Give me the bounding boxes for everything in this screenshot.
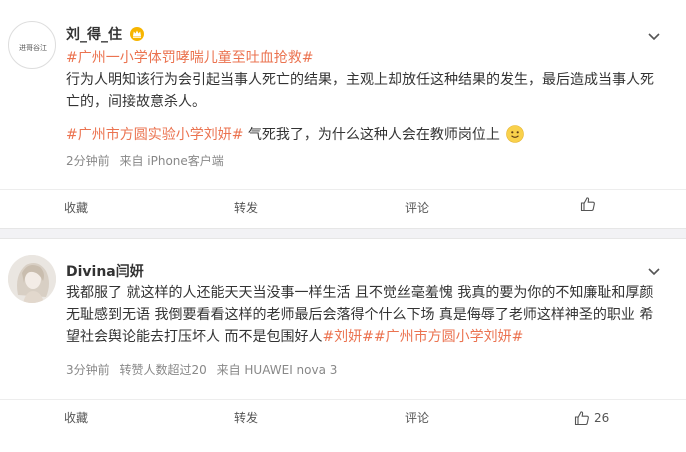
post-meta: 3分钟前 转赞人数超过20 来自 HUAWEI nova 3	[66, 361, 343, 378]
post-body-2: #广州市方圆实验小学刘妍# 气死我了，为什么这种人会在教师岗位上	[66, 124, 666, 146]
post-meta: 2分钟前 来自 iPhone客户端	[66, 152, 230, 169]
hashtag-link[interactable]: #广州市方圆	[66, 127, 148, 143]
avatar[interactable]: 进哥谷江	[8, 21, 56, 69]
repost-button[interactable]: 转发	[234, 400, 258, 436]
action-bar: 收藏 转发 评论	[0, 189, 686, 226]
post-card-1: 进哥谷江 刘_得_住 #广州一小学体罚哮喘儿童至吐血抢救# 行为人明知该行为会引…	[0, 0, 686, 229]
username[interactable]: Divina闫妍	[66, 261, 144, 281]
timestamp[interactable]: 3分钟前	[66, 363, 110, 377]
thumbs-up-icon	[580, 197, 595, 212]
hashtag-link-highlight[interactable]: 实验小学刘妍	[148, 127, 232, 143]
hashtag-link[interactable]: #广州市方圆小学刘妍#	[374, 329, 523, 345]
crown-icon	[129, 27, 144, 45]
like-count: 26	[594, 411, 610, 425]
post-body: 我都服了 就这样的人还能天天当没事一样生活 且不觉丝毫羞愧 我真的要为你的不知廉…	[66, 282, 656, 348]
repost-button[interactable]: 转发	[234, 190, 258, 226]
repost-info: 转赞人数超过20	[119, 363, 207, 377]
post-card-2: Divina闫妍 我都服了 就这样的人还能天天当没事一样生活 且不觉丝毫羞愧 我…	[0, 238, 686, 452]
like-button[interactable]	[580, 190, 600, 226]
chevron-down-icon[interactable]	[646, 28, 662, 44]
comment-button[interactable]: 评论	[405, 190, 429, 226]
post-text: 气死我了，为什么这种人会在教师岗位上	[243, 127, 500, 143]
post-text: 行为人明知该行为会引起当事人死亡的结果，主观上却放任这种结果的发生，最后造成当事…	[66, 72, 654, 110]
avatar-logo-icon: 进哥谷江	[19, 43, 47, 52]
avatar[interactable]	[8, 255, 56, 303]
hashtag-link[interactable]: #刘妍#	[322, 329, 373, 345]
favorite-button[interactable]: 收藏	[64, 190, 88, 226]
source: 来自 iPhone客户端	[119, 154, 224, 168]
source: 来自 HUAWEI nova 3	[216, 363, 338, 377]
timestamp[interactable]: 2分钟前	[66, 154, 110, 168]
action-bar: 收藏 转发 评论 26	[0, 399, 686, 436]
username[interactable]: 刘_得_住	[66, 24, 144, 45]
hashtag-link[interactable]: #广州一小学体罚哮喘儿童至吐血抢救#	[66, 50, 313, 66]
comment-button[interactable]: 评论	[405, 400, 429, 436]
favorite-button[interactable]: 收藏	[64, 400, 88, 436]
post-body: #广州一小学体罚哮喘儿童至吐血抢救# 行为人明知该行为会引起当事人死亡的结果，主…	[66, 47, 666, 113]
like-button[interactable]: 26	[574, 400, 609, 436]
thumbs-up-icon	[574, 411, 589, 426]
hashtag-link-end[interactable]: #	[232, 127, 244, 143]
smile-emoji-icon	[506, 125, 525, 143]
avatar-portrait-icon	[8, 255, 56, 303]
chevron-down-icon[interactable]	[646, 263, 662, 279]
svg-text:进哥谷江: 进哥谷江	[19, 43, 47, 52]
